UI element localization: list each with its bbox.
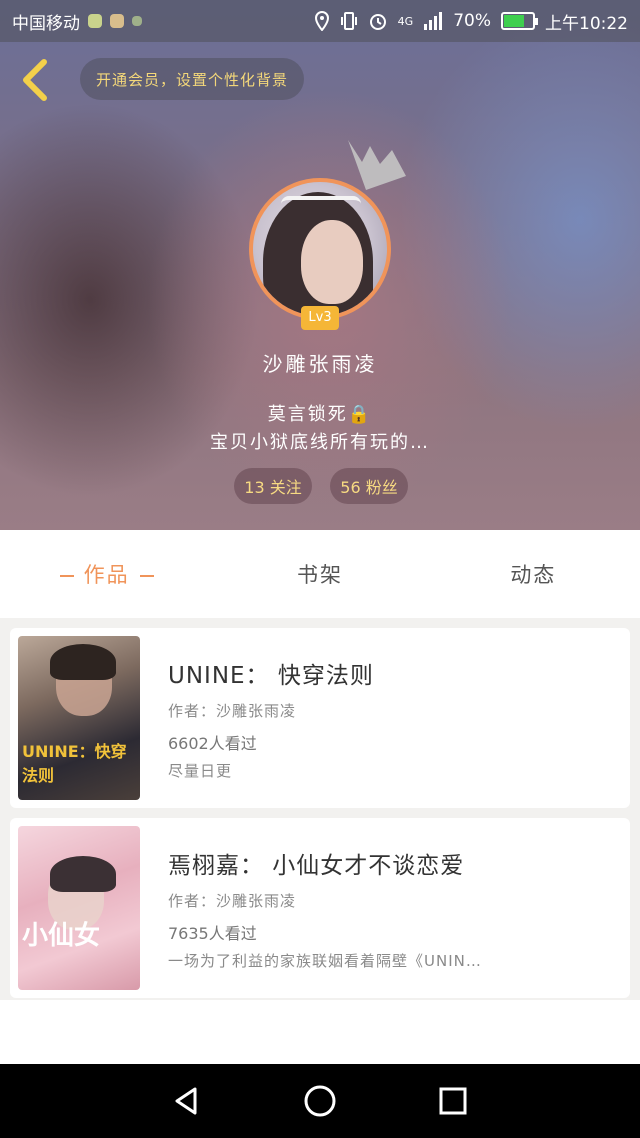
- app-notification-icon: [88, 14, 102, 28]
- work-author: 作者：沙雕张雨凌: [168, 892, 297, 910]
- fans-count-button[interactable]: 56 粉丝: [330, 468, 408, 504]
- tab-label: 书架: [296, 563, 343, 587]
- status-bar: 中国移动 4G 70% 上午10:22: [0, 0, 640, 42]
- work-read-count: 6602人看过: [168, 734, 257, 753]
- battery-icon: [501, 12, 538, 30]
- profile-header: 中国移动 4G 70% 上午10:22 开通会员，设置个性化背景 Lv3 沙雕张…: [0, 0, 640, 530]
- following-count-button[interactable]: 13 关注: [234, 468, 312, 504]
- triangle-back-icon: [175, 1087, 197, 1115]
- profile-tabs: 作品 书架 动态: [0, 530, 640, 618]
- level-badge: Lv3: [301, 306, 339, 330]
- fans-label: 56 粉丝: [340, 478, 398, 497]
- vip-background-banner[interactable]: 开通会员，设置个性化背景: [80, 58, 304, 100]
- clock: 上午10:22: [545, 13, 628, 34]
- cover-title: UNINE：快穿法则: [22, 742, 127, 785]
- work-card[interactable]: 小仙女 焉栩嘉： 小仙女才不谈恋爱 作者：沙雕张雨凌 7635人看过 一场为了利…: [10, 818, 630, 998]
- work-description: 尽量日更: [168, 762, 233, 780]
- work-title: UNINE： 快穿法则: [168, 663, 374, 689]
- tab-label: 作品: [83, 563, 130, 587]
- tab-label: 动态: [510, 563, 557, 587]
- square-recents-icon: [439, 1087, 467, 1115]
- signal-icon: [424, 12, 443, 30]
- app-notification-icon: [132, 16, 142, 26]
- circle-home-icon: [304, 1085, 336, 1117]
- nav-recents-button[interactable]: [433, 1081, 473, 1121]
- works-list: UNINE：快穿法则 UNINE： 快穿法则 作者：沙雕张雨凌 6602人看过 …: [10, 628, 630, 1008]
- vibrate-icon: [340, 12, 357, 30]
- book-cover: UNINE：快穿法则: [18, 636, 140, 800]
- bio-line-2: 宝贝小狱底线所有玩的…: [210, 432, 430, 453]
- username: 沙雕张雨凌: [262, 352, 378, 376]
- nav-home-button[interactable]: [300, 1081, 340, 1121]
- bio-line-1: 莫言锁死🔒: [267, 404, 373, 425]
- app-notification-icon: [110, 14, 124, 28]
- cover-title: 小仙女: [22, 921, 101, 951]
- avatar[interactable]: [249, 178, 391, 320]
- battery-percent: 70%: [453, 11, 491, 31]
- location-icon: [314, 11, 329, 31]
- work-description: 一场为了利益的家族联姻看着隔壁《UNIN…: [168, 952, 482, 970]
- tab-bookshelf[interactable]: 书架: [213, 559, 426, 589]
- tab-works[interactable]: 作品: [0, 559, 213, 589]
- vip-banner-text: 开通会员，设置个性化背景: [95, 70, 288, 89]
- work-title: 焉栩嘉： 小仙女才不谈恋爱: [168, 853, 465, 879]
- book-cover: 小仙女: [18, 826, 140, 990]
- work-read-count: 7635人看过: [168, 924, 257, 943]
- following-label: 13 关注: [244, 478, 302, 497]
- nav-back-button[interactable]: [167, 1081, 207, 1121]
- chevron-left-icon: [23, 59, 47, 101]
- work-card[interactable]: UNINE：快穿法则 UNINE： 快穿法则 作者：沙雕张雨凌 6602人看过 …: [10, 628, 630, 808]
- carrier-label: 中国移动: [12, 13, 80, 34]
- bottom-spacer: [0, 1000, 640, 1064]
- back-button[interactable]: [18, 58, 54, 102]
- tab-activity[interactable]: 动态: [427, 559, 640, 589]
- system-nav-bar: [0, 1064, 640, 1138]
- work-author: 作者：沙雕张雨凌: [168, 702, 297, 720]
- network-type: 4G: [397, 14, 414, 28]
- alarm-icon: [369, 14, 386, 30]
